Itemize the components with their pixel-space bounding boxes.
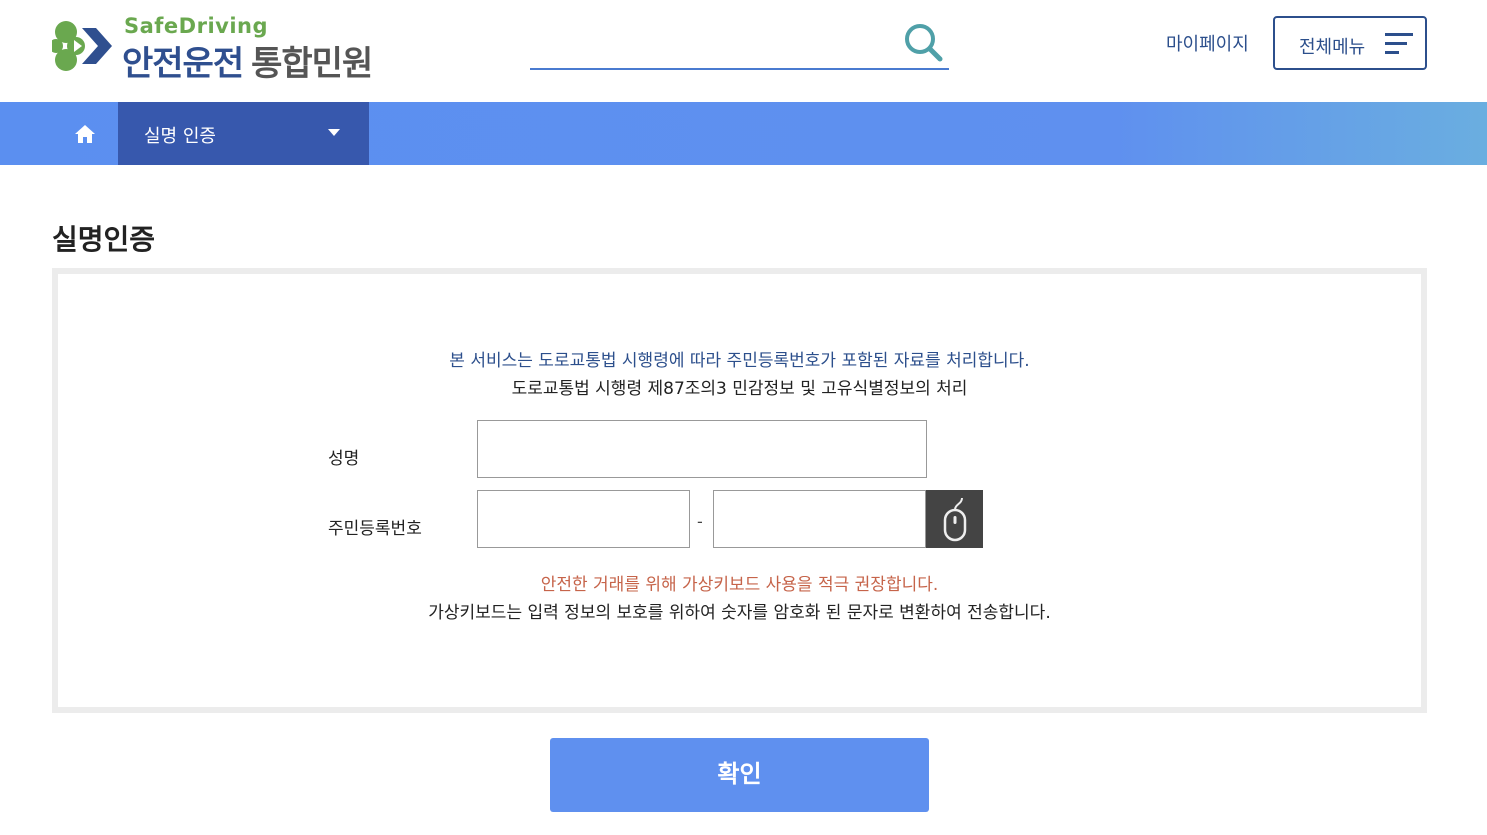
virtual-keyboard-description: 가상키보드는 입력 정보의 보호를 위하여 숫자를 암호화 된 문자로 변환하여… xyxy=(428,603,1051,623)
logo-title: 안전운전 통합민원 xyxy=(122,36,373,85)
rrn-separator: - xyxy=(697,512,703,531)
rrn-label: 주민등록번호 xyxy=(328,519,422,539)
rrn-back-input[interactable] xyxy=(713,490,926,548)
home-icon xyxy=(75,124,95,143)
legal-reference: 도로교통법 시행령 제87조의3 민감정보 및 고유식별정보의 처리 xyxy=(511,379,968,399)
name-label: 성명 xyxy=(328,449,360,469)
site-logo[interactable]: SafeDriving 안전운전 통합민원 xyxy=(52,14,402,84)
home-button[interactable] xyxy=(52,102,118,165)
breadcrumb-dropdown-label: 실명 인증 xyxy=(144,126,216,147)
virtual-keyboard-recommendation: 안전한 거래를 위해 가상키보드 사용을 적극 권장합니다. xyxy=(540,575,939,595)
name-input[interactable] xyxy=(477,420,927,478)
confirm-label: 확인 xyxy=(717,761,762,788)
caret-down-icon xyxy=(328,129,340,136)
search-bar xyxy=(530,18,949,70)
logo-subtitle: SafeDriving xyxy=(124,14,269,38)
breadcrumb-dropdown[interactable]: 실명 인증 xyxy=(118,102,369,165)
logo-title-suffix: 통합민원 xyxy=(251,44,373,84)
privacy-notice: 본 서비스는 도로교통법 시행령에 따라 주민등록번호가 포함된 자료를 처리합… xyxy=(449,351,1030,371)
page-title: 실명인증 xyxy=(52,223,156,256)
logo-title-main: 안전운전 xyxy=(122,44,244,84)
virtual-keyboard-button[interactable] xyxy=(926,490,983,548)
mypage-link[interactable]: 마이페이지 xyxy=(1166,30,1249,56)
search-input[interactable] xyxy=(530,26,890,64)
verification-form: 본 서비스는 도로교통법 시행령에 따라 주민등록번호가 포함된 자료를 처리합… xyxy=(52,268,1427,713)
navigation-bar: 실명 인증 xyxy=(0,102,1487,165)
search-icon xyxy=(905,24,943,62)
mouse-icon xyxy=(943,497,966,542)
all-menu-button[interactable]: 전체메뉴 xyxy=(1273,16,1427,70)
clover-logo-icon xyxy=(52,21,112,71)
all-menu-label: 전체메뉴 xyxy=(1299,37,1366,57)
header: SafeDriving 안전운전 통합민원 마이페이지 전체메뉴 xyxy=(0,0,1487,102)
confirm-button[interactable]: 확인 xyxy=(550,738,929,812)
hamburger-icon xyxy=(1385,33,1413,54)
rrn-front-input[interactable] xyxy=(477,490,690,548)
search-button[interactable] xyxy=(901,20,945,64)
